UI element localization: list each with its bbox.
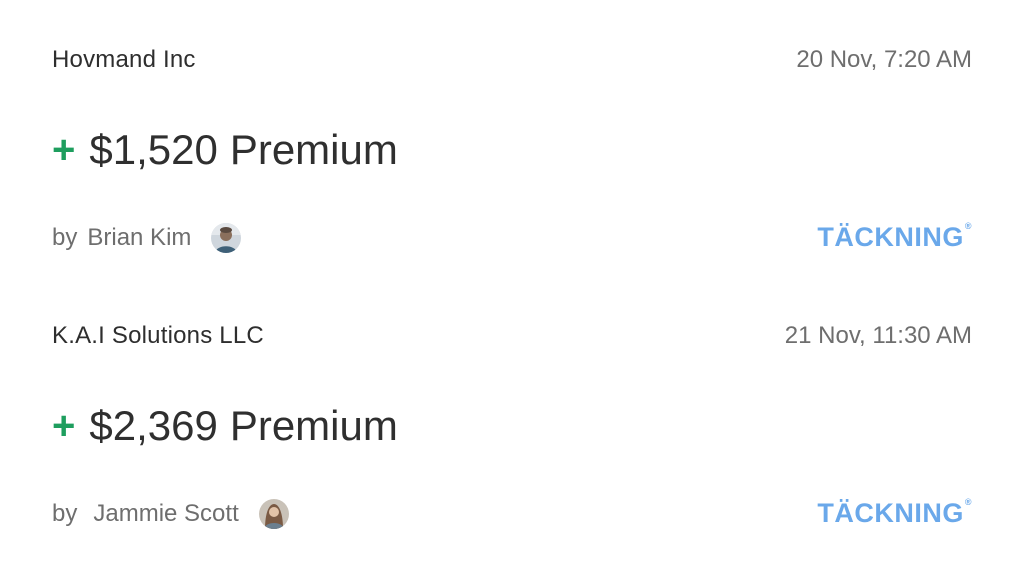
premium-entry[interactable]: Hovmand Inc 20 Nov, 7:20 AM + $1,520 Pre…	[52, 0, 972, 253]
company-name: K.A.I Solutions LLC	[52, 322, 264, 349]
premium-label: Premium	[229, 126, 398, 173]
agent-row: by Brian Kim	[52, 220, 242, 256]
agent-row: by Jammie Scott	[52, 496, 289, 532]
premium-feed: Hovmand Inc 20 Nov, 7:20 AM + $1,520 Pre…	[0, 0, 1024, 574]
amount-row: + $1,520 Premium	[52, 124, 398, 176]
registered-mark: ®	[964, 221, 972, 231]
brand-logo: TÄCKNING®	[817, 221, 972, 252]
agent-name[interactable]: Brian Kim	[87, 224, 191, 252]
avatar-photo-icon	[258, 499, 289, 529]
premium-amount: $2,369	[89, 402, 218, 449]
by-label: by	[52, 500, 78, 527]
entry-timestamp: 20 Nov, 7:20 AM	[796, 46, 972, 73]
plus-icon: +	[52, 128, 76, 172]
premium-label: Premium	[229, 402, 398, 449]
registered-mark: ®	[964, 497, 972, 507]
entry-timestamp: 21 Nov, 11:30 AM	[784, 322, 972, 349]
company-name: Hovmand Inc	[52, 46, 196, 73]
brand-name: TÄCKNING	[817, 498, 964, 528]
amount-row: + $2,369 Premium	[52, 400, 398, 452]
avatar[interactable]	[211, 223, 242, 253]
agent-name[interactable]: Jammie Scott	[93, 500, 238, 528]
brand-name: TÄCKNING	[817, 222, 964, 252]
plus-icon: +	[52, 404, 76, 448]
avatar-photo-icon	[211, 223, 242, 253]
premium-entry[interactable]: K.A.I Solutions LLC 21 Nov, 11:30 AM + $…	[52, 276, 972, 529]
by-label: by	[52, 224, 78, 251]
premium-amount: $1,520	[89, 126, 218, 173]
brand-logo: TÄCKNING®	[817, 497, 972, 528]
avatar[interactable]	[258, 499, 289, 529]
